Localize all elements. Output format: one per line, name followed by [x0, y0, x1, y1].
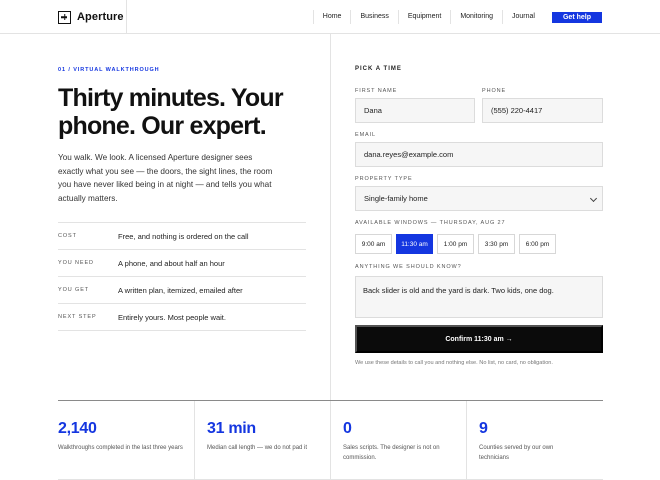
brand[interactable]: Aperture — [58, 10, 124, 24]
available-windows-label: Available windows — Thursday, Aug 27 — [355, 220, 506, 226]
email-label: Email — [355, 132, 377, 138]
nav-home[interactable]: Home — [312, 10, 351, 24]
intro-paragraph: You walk. We look. A licensed Aperture d… — [58, 153, 273, 203]
fact-value: A written plan, itemized, emailed after — [118, 285, 243, 295]
section-eyebrow: 01 / Virtual walkthrough — [58, 67, 160, 73]
first-name-label: First name — [355, 88, 398, 94]
stat-walkthroughs: 2,140 Walkthroughs completed in the last… — [58, 401, 183, 479]
time-slot-3-30[interactable]: 3:30 pm — [478, 234, 515, 254]
nav-business[interactable]: Business — [350, 10, 397, 24]
stat-divider — [194, 401, 195, 479]
fact-row-you-get: You get A written plan, itemized, emaile… — [58, 277, 306, 304]
time-slot-11-30-selected[interactable]: 11:30 am — [396, 234, 433, 254]
phone-label: Phone — [482, 88, 507, 94]
time-slot-6-00[interactable]: 6:00 pm — [519, 234, 556, 254]
fact-value: Free, and nothing is ordered on the call — [118, 231, 249, 241]
stat-description: Counties served by our own technicians — [479, 445, 554, 461]
fact-key: Cost — [58, 233, 77, 239]
stat-call-length: 31 min Median call length — we do not pa… — [207, 401, 317, 479]
stat-divider — [466, 401, 467, 479]
privacy-disclaimer: We use these details to call you and not… — [355, 360, 553, 366]
stat-divider — [330, 401, 331, 479]
property-type-select[interactable]: Single-family home — [355, 186, 603, 211]
chevron-down-icon — [589, 194, 598, 203]
first-name-field[interactable]: Dana — [355, 98, 475, 123]
form-title: Pick a time — [355, 66, 402, 72]
column-divider — [330, 34, 331, 400]
notes-textarea[interactable]: Back slider is old and the yard is dark.… — [355, 276, 603, 318]
get-help-button[interactable]: Get help — [551, 11, 602, 23]
nav-monitoring[interactable]: Monitoring — [450, 10, 502, 24]
brand-name: Aperture — [77, 11, 124, 23]
stat-counties: 9 Counties served by our own technicians — [479, 401, 591, 479]
stat-value: 31 min — [207, 420, 256, 437]
nav-equipment[interactable]: Equipment — [397, 10, 450, 24]
fact-key: You need — [58, 260, 94, 266]
fact-row-you-need: You need A phone, and about half an hour — [58, 250, 306, 277]
phone-field[interactable]: (555) 220-4417 — [482, 98, 603, 123]
stat-sales-scripts: 0 Sales scripts. The designer is not on … — [343, 401, 455, 479]
confirm-button[interactable]: Confirm 11:30 am → — [355, 325, 603, 353]
fact-value: A phone, and about half an hour — [118, 258, 225, 268]
time-slot-1-00[interactable]: 1:00 pm — [437, 234, 474, 254]
fact-key: Next step — [58, 314, 97, 320]
time-slot-9-00[interactable]: 9:00 am — [355, 234, 392, 254]
fact-key: You get — [58, 287, 90, 293]
main-nav: Home Business Equipment Monitoring Journ… — [312, 10, 602, 24]
email-field[interactable]: dana.reyes@example.com — [355, 142, 603, 167]
fact-row-next-step: Next step Entirely yours. Most people wa… — [58, 304, 306, 331]
property-type-label: Property type — [355, 176, 413, 182]
time-slot-group: 9:00 am 11:30 am 1:00 pm 3:30 pm 6:00 pm — [355, 234, 556, 254]
page-title: Thirty minutes. Your phone. Our expert. — [58, 84, 284, 140]
stat-description: Median call length — we do not pad it — [207, 445, 308, 451]
stat-value: 0 — [343, 420, 352, 437]
stat-description: Sales scripts. The designer is not on co… — [343, 445, 440, 461]
fact-value: Entirely yours. Most people wait. — [118, 312, 226, 322]
property-type-value: Single-family home — [364, 194, 428, 203]
nav-journal[interactable]: Journal — [502, 10, 544, 24]
notes-label: Anything we should know? — [355, 264, 462, 270]
header-divider — [126, 0, 127, 34]
stat-description: Walkthroughs completed in the last three… — [58, 445, 183, 451]
facts-list: Cost Free, and nothing is ordered on the… — [58, 222, 306, 331]
aperture-logo-icon — [58, 10, 71, 24]
fact-row-cost: Cost Free, and nothing is ordered on the… — [58, 223, 306, 250]
stat-value: 9 — [479, 420, 488, 437]
stat-value: 2,140 — [58, 420, 97, 437]
site-header: Aperture Home Business Equipment Monitor… — [0, 0, 660, 34]
